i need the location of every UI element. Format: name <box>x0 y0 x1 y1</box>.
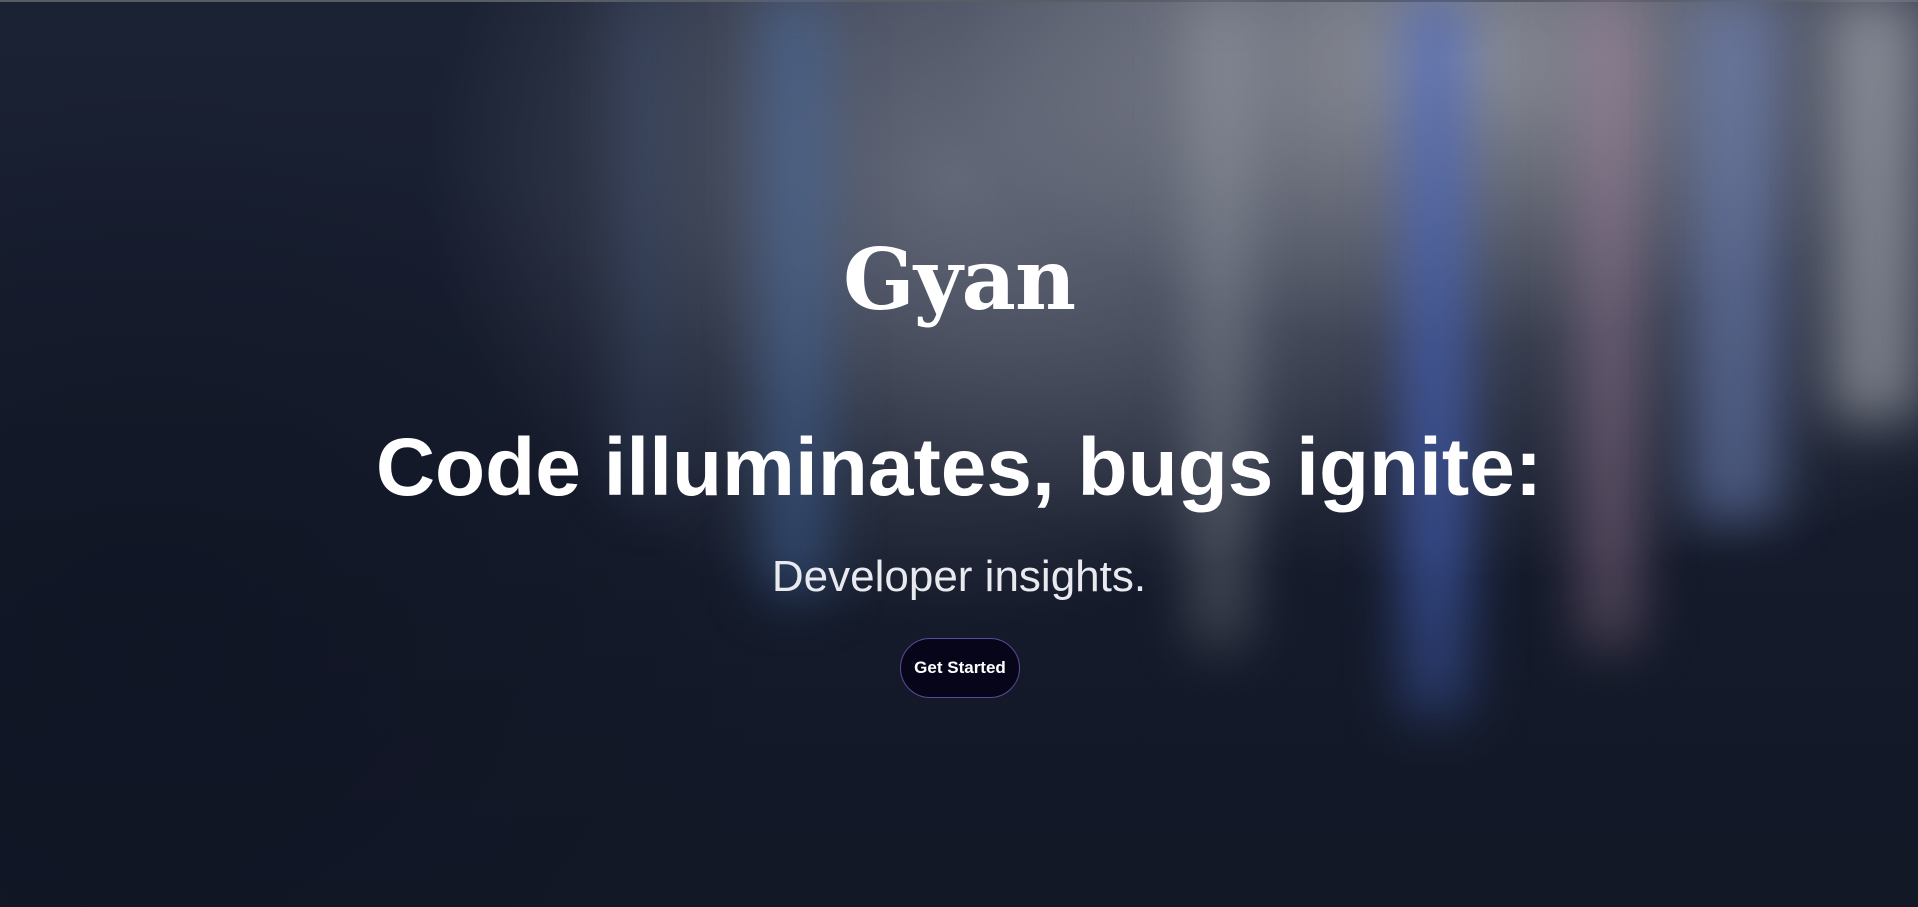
get-started-button[interactable]: Get Started <box>900 638 1020 698</box>
hero-subtitle: Developer insights. <box>771 552 1147 601</box>
brand-logo-text: Gyan <box>842 230 1076 329</box>
hero-section: Gyan Code illuminates, bugs ignite: Deve… <box>0 0 1918 907</box>
hero-headline: Code illuminates, bugs ignite: <box>375 422 1543 513</box>
